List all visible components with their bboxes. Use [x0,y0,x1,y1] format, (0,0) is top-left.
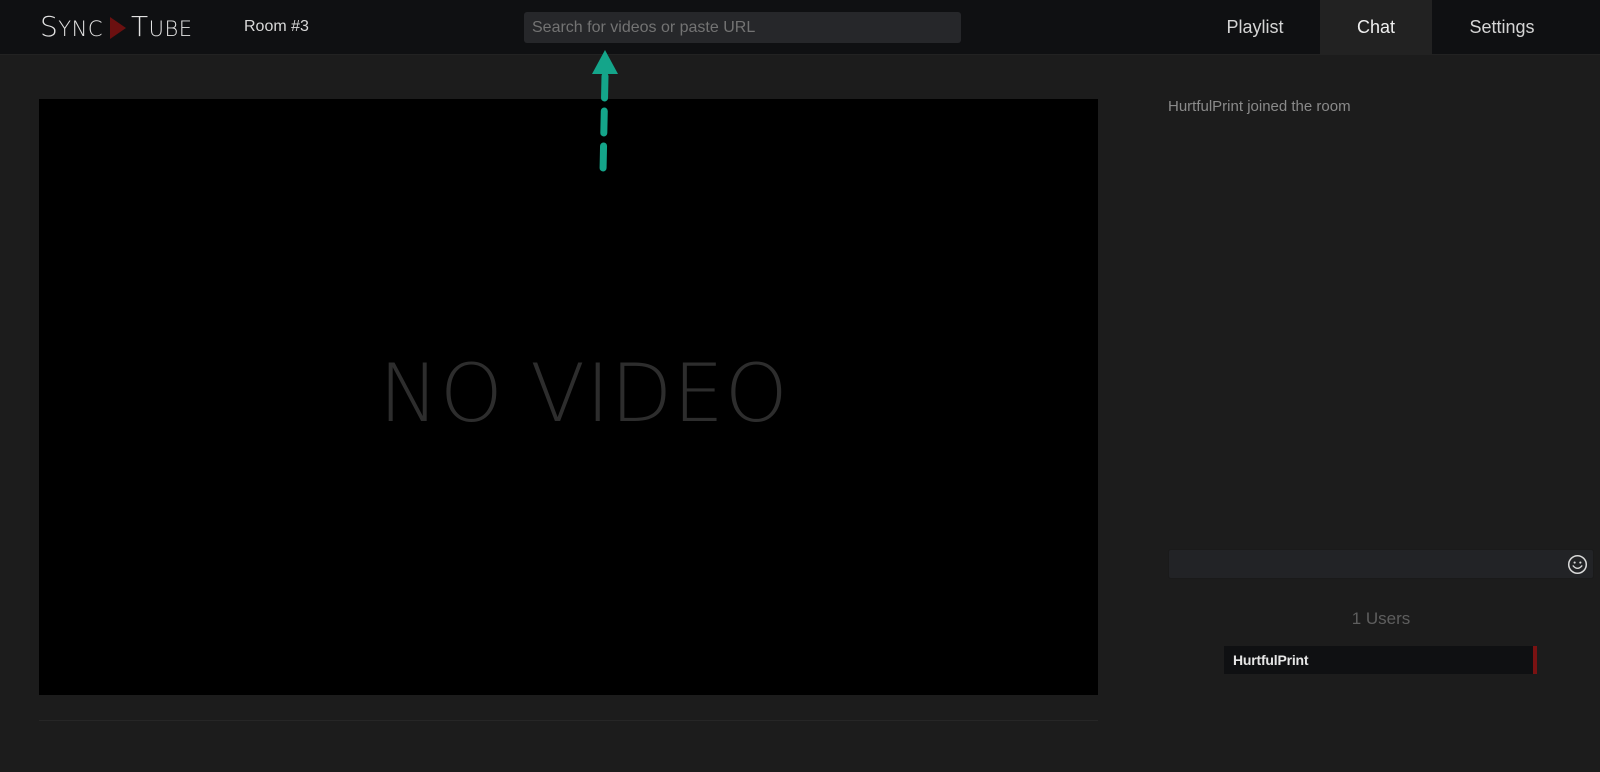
room-name: Room #3 [244,18,309,35]
chat-message: HurtfulPrint joined the room [1168,98,1351,115]
tab-chat[interactable]: Chat [1320,0,1432,55]
smiley-icon[interactable] [1567,554,1588,575]
search-input[interactable] [524,12,961,43]
chat-input-box [1168,549,1594,579]
logo-tube-rest: UBE [148,17,193,41]
top-bar: S YNC T UBE Room #3 Playlist Chat Settin… [0,0,1600,55]
logo-sync-rest: YNC [58,17,103,41]
logo[interactable]: S YNC T UBE [40,11,192,43]
dashed-up-arrow-icon [592,50,618,176]
logo-tube-initial: T [130,10,149,43]
logo-sync-initial: S [40,10,59,43]
tab-settings[interactable]: Settings [1432,0,1572,55]
play-triangle-icon [109,17,126,39]
chat-input[interactable] [1169,550,1559,578]
player-divider [39,720,1098,721]
no-video-label: NO VIDEO [379,347,789,440]
user-list-item[interactable]: HurtfulPrint [1224,646,1537,674]
video-player[interactable]: NO VIDEO [39,99,1098,695]
users-count: 1 Users [1351,609,1411,628]
tab-playlist[interactable]: Playlist [1197,0,1313,55]
